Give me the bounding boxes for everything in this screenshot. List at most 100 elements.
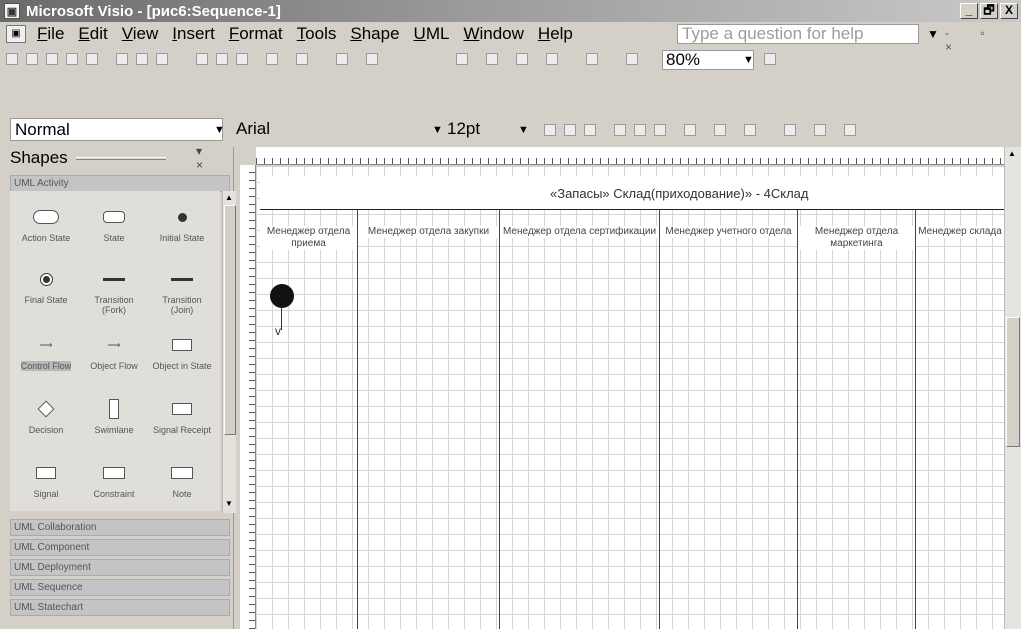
swimlane-3[interactable]: Менеджер отдела сертификации: [500, 210, 660, 629]
text-tool-icon[interactable]: [516, 53, 528, 65]
shape-signal-receipt[interactable]: Signal Receipt: [150, 393, 214, 457]
initial-state-node[interactable]: [270, 284, 294, 308]
minimize-button[interactable]: _: [960, 3, 978, 19]
line-tool-icon[interactable]: [586, 53, 598, 65]
pointer-tool-icon[interactable]: [456, 53, 468, 65]
new-icon[interactable]: [6, 53, 18, 65]
menu-help[interactable]: Help: [531, 24, 580, 44]
transition-line[interactable]: [281, 308, 282, 330]
open-icon[interactable]: [26, 53, 38, 65]
close-button[interactable]: X: [1000, 3, 1018, 19]
help-dropdown-icon[interactable]: ▼: [927, 27, 939, 41]
line-color-icon[interactable]: [714, 124, 726, 136]
menu-view[interactable]: View: [115, 24, 166, 44]
align-left-icon[interactable]: [614, 124, 626, 136]
copy-icon[interactable]: [196, 53, 208, 65]
shape-join[interactable]: Transition (Join): [150, 263, 214, 327]
undo-icon[interactable]: [266, 53, 278, 65]
line-pattern-icon[interactable]: [814, 124, 826, 136]
format-painter-icon[interactable]: [236, 53, 248, 65]
menu-file[interactable]: File: [30, 24, 71, 44]
stencil-uml-collaboration[interactable]: UML Collaboration: [10, 519, 230, 536]
horizontal-ruler[interactable]: [256, 147, 1021, 165]
menu-window[interactable]: Window: [456, 24, 530, 44]
shape-fork[interactable]: Transition (Fork): [82, 263, 146, 327]
scroll-down-icon[interactable]: ▼: [225, 499, 233, 508]
drawing-canvas[interactable]: «Запасы» Склад(приходование)» - 4Склад М…: [256, 166, 1004, 629]
pointer-icon[interactable]: [336, 53, 348, 65]
research-icon[interactable]: [136, 53, 148, 65]
menu-insert[interactable]: Insert: [165, 24, 222, 44]
canvas-scroll-thumb[interactable]: [1006, 317, 1020, 447]
cut-icon[interactable]: [156, 53, 168, 65]
stencil-uml-deployment[interactable]: UML Deployment: [10, 559, 230, 576]
style-dropdown-icon[interactable]: ▼: [214, 124, 225, 136]
menu-uml[interactable]: UML: [407, 24, 457, 44]
menu-shape[interactable]: Shape: [343, 24, 406, 44]
connector-tool-icon[interactable]: [486, 53, 498, 65]
rectangle-tool-icon[interactable]: [546, 53, 558, 65]
swimlane-2[interactable]: Менеджер отдела закупки: [358, 210, 500, 629]
size-dropdown-icon[interactable]: ▼: [518, 124, 529, 136]
restore-button[interactable]: 🗗: [980, 3, 998, 19]
shape-object-in-state[interactable]: Object in State: [150, 329, 214, 393]
font-size-select[interactable]: 12pt: [443, 118, 509, 141]
zoom-select[interactable]: 80%: [662, 50, 754, 70]
swimlane-6[interactable]: Менеджер склада: [916, 210, 1004, 629]
shape-note[interactable]: Note: [150, 457, 214, 521]
stencil-uml-component[interactable]: UML Component: [10, 539, 230, 556]
shape-swimlane[interactable]: Swimlane: [82, 393, 146, 457]
zoom-dropdown-icon[interactable]: ▼: [743, 54, 754, 66]
stencil-uml-sequence[interactable]: UML Sequence: [10, 579, 230, 596]
style-select[interactable]: Normal: [10, 118, 223, 141]
swimlane-5[interactable]: Менеджер отдела маркетинга: [798, 210, 916, 629]
menu-tools[interactable]: Tools: [290, 24, 344, 44]
shape-object-flow[interactable]: ⟶ Object Flow: [82, 329, 146, 393]
document-icon[interactable]: ▣: [6, 25, 26, 43]
visio-app-icon[interactable]: ▣: [4, 3, 20, 19]
help-search-input[interactable]: Type a question for help: [677, 24, 919, 44]
shape-constraint[interactable]: Constraint: [82, 457, 146, 521]
menu-format[interactable]: Format: [222, 24, 290, 44]
shape-control-flow[interactable]: ⟶ Control Flow: [14, 329, 78, 393]
fill-color-icon[interactable]: [744, 124, 756, 136]
line-ends-icon[interactable]: [844, 124, 856, 136]
paste-icon[interactable]: [216, 53, 228, 65]
canvas-vertical-scrollbar[interactable]: ▲: [1004, 147, 1021, 629]
spelling-icon[interactable]: [116, 53, 128, 65]
vertical-ruler[interactable]: [240, 165, 256, 629]
font-color-icon[interactable]: [684, 124, 696, 136]
canvas-scroll-up-icon[interactable]: ▲: [1008, 149, 1016, 158]
save-icon[interactable]: [46, 53, 58, 65]
font-dropdown-icon[interactable]: ▼: [432, 124, 443, 136]
shape-signal[interactable]: Signal: [14, 457, 78, 521]
swimlane-1[interactable]: Менеджер отдела приема: [260, 210, 358, 629]
underline-icon[interactable]: [584, 124, 596, 136]
shape-final-state[interactable]: Final State: [14, 263, 78, 327]
stencil-scroll-thumb[interactable]: [224, 205, 236, 435]
help-icon[interactable]: [764, 53, 776, 65]
stencil-uml-statechart[interactable]: UML Statechart: [10, 599, 230, 616]
bold-icon[interactable]: [544, 124, 556, 136]
swimlane-4[interactable]: Менеджер учетного отдела: [660, 210, 798, 629]
connector-icon[interactable]: [366, 53, 378, 65]
line-weight-icon[interactable]: [784, 124, 796, 136]
diagram-title-box[interactable]: «Запасы» Склад(приходование)» - 4Склад: [260, 176, 1004, 210]
stencil-scrollbar[interactable]: ▲ ▼: [222, 191, 236, 513]
stencil-uml-activity[interactable]: UML Activity: [10, 175, 230, 192]
align-center-icon[interactable]: [634, 124, 646, 136]
shape-state[interactable]: State: [82, 201, 146, 265]
align-right-icon[interactable]: [654, 124, 666, 136]
italic-icon[interactable]: [564, 124, 576, 136]
redo-icon[interactable]: [296, 53, 308, 65]
shape-initial-state[interactable]: Initial State: [150, 201, 214, 265]
print-icon[interactable]: [66, 53, 78, 65]
shape-action-state[interactable]: Action State: [14, 201, 78, 265]
font-select[interactable]: Arial: [232, 118, 442, 141]
scroll-up-icon[interactable]: ▲: [225, 193, 233, 202]
panel-grip[interactable]: [75, 156, 166, 160]
rotate-icon[interactable]: [626, 53, 638, 65]
panel-controls[interactable]: ▾ ×: [196, 144, 215, 172]
preview-icon[interactable]: [86, 53, 98, 65]
shape-decision[interactable]: Decision: [14, 393, 78, 457]
